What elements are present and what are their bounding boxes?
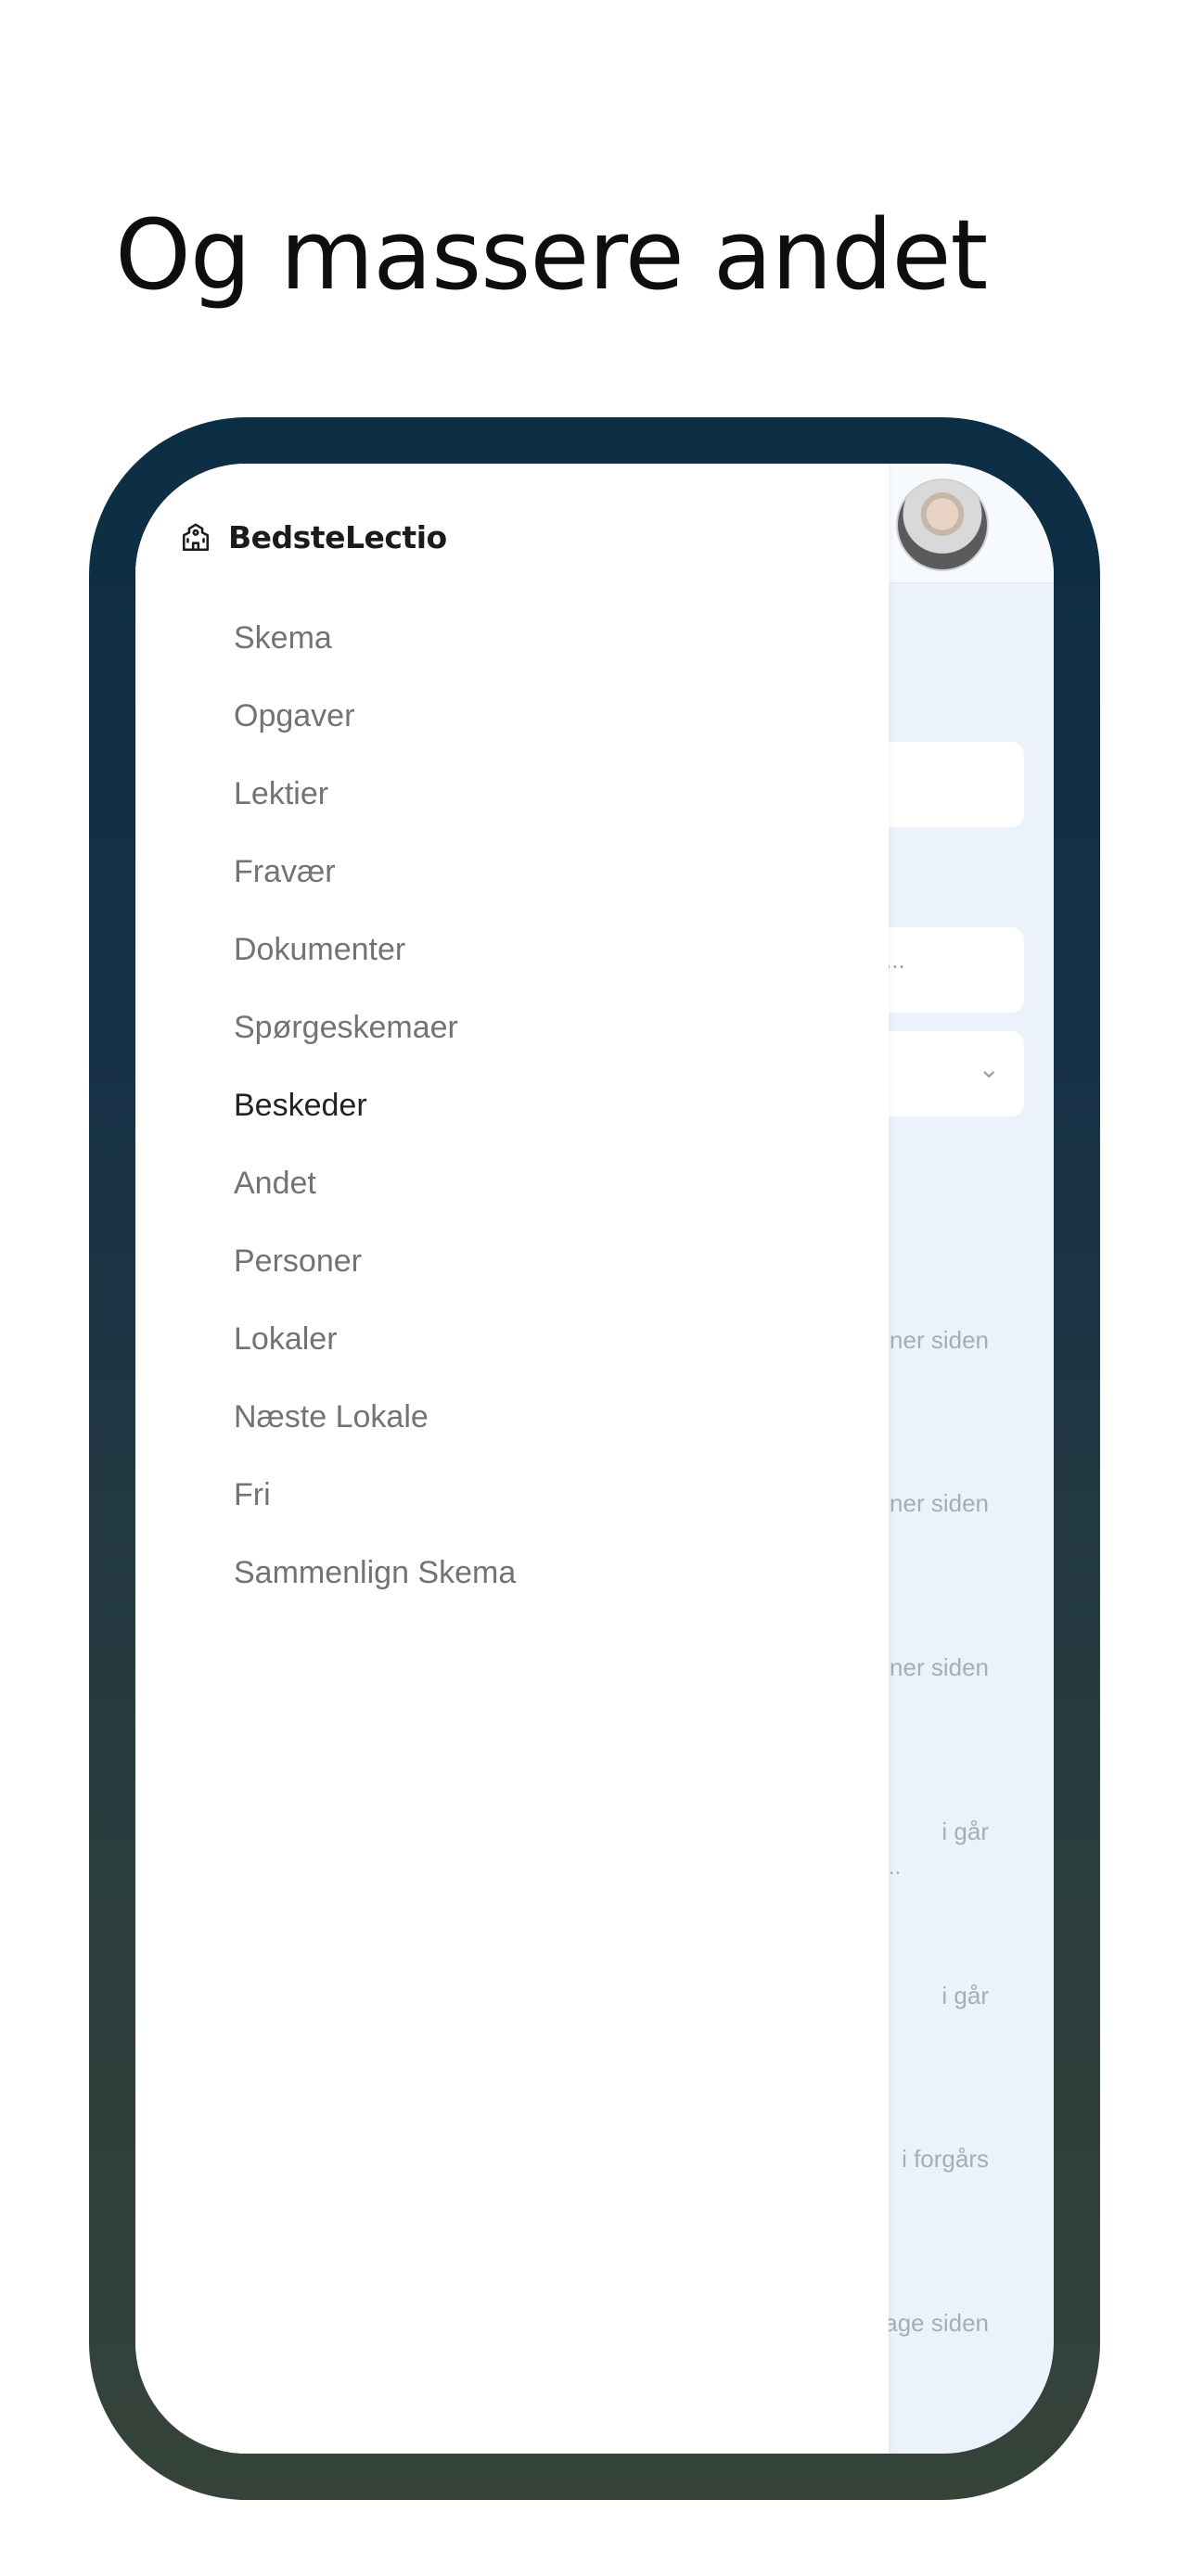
nav-item-skema[interactable]: Skema <box>234 599 516 677</box>
nav-item-lokaler[interactable]: Lokaler <box>234 1300 516 1378</box>
nav-list: Skema Opgaver Lektier Fravær Dokumenter … <box>234 599 516 1612</box>
chevron-down-icon: ⌄ <box>978 1053 1000 1084</box>
message-time: i går <box>941 1982 989 2009</box>
nav-item-personer[interactable]: Personer <box>234 1222 516 1300</box>
nav-item-opgaver[interactable]: Opgaver <box>234 677 516 755</box>
nav-item-spoergeskemaer[interactable]: Spørgeskemaer <box>234 988 516 1066</box>
nav-item-beskeder[interactable]: Beskeder <box>234 1066 516 1144</box>
nav-item-dokumenter[interactable]: Dokumenter <box>234 911 516 988</box>
message-time: i går <box>941 1817 989 1845</box>
message-time: ner siden <box>890 1326 989 1354</box>
message-time: ner siden <box>890 1653 989 1681</box>
avatar[interactable] <box>896 478 989 571</box>
brand[interactable]: BedsteLectio <box>180 519 447 555</box>
nav-item-fravaer[interactable]: Fravær <box>234 833 516 911</box>
message-time: i forgårs <box>902 2145 989 2173</box>
navigation-drawer: BedsteLectio Skema Opgaver Lektier Fravæ… <box>135 464 889 2454</box>
school-building-icon <box>182 523 210 551</box>
message-time: age siden <box>884 2309 989 2337</box>
nav-item-andet[interactable]: Andet <box>234 1144 516 1222</box>
message-time: ner siden <box>890 1489 989 1517</box>
nav-item-fri[interactable]: Fri <box>234 1456 516 1534</box>
phone-screen: ... ⌄ ner siden ner siden ner siden i gå… <box>135 464 1054 2454</box>
message-truncation: .. <box>889 1855 902 1880</box>
brand-name: BedsteLectio <box>228 519 447 555</box>
nav-item-lektier[interactable]: Lektier <box>234 755 516 833</box>
nav-item-sammenlign-skema[interactable]: Sammenlign Skema <box>234 1534 516 1612</box>
phone-frame: ... ⌄ ner siden ner siden ner siden i gå… <box>89 417 1100 2500</box>
nav-item-naeste-lokale[interactable]: Næste Lokale <box>234 1378 516 1456</box>
headline: Og massere andet <box>115 198 988 312</box>
